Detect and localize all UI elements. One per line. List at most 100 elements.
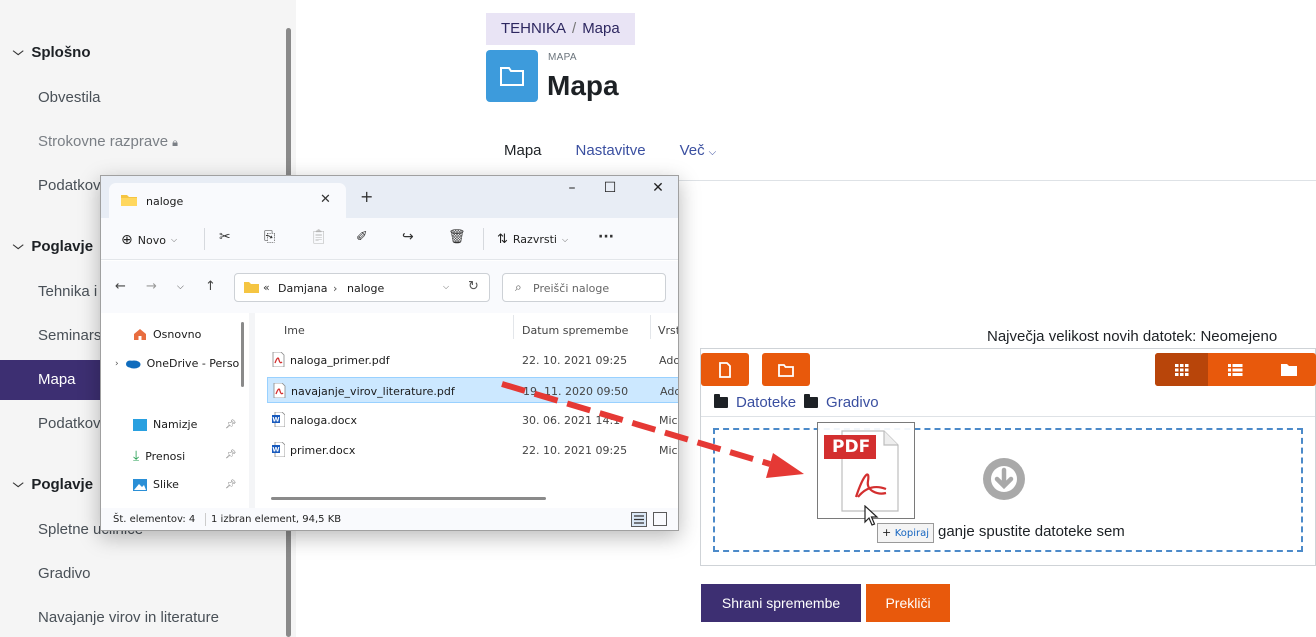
filemanager-path: Datoteke Gradivo [714, 394, 879, 411]
path-gradivo[interactable]: Gradivo [826, 394, 879, 411]
pdf-icon [273, 383, 286, 398]
sort-button[interactable]: ⇅ Razvrsti ⌵ [497, 232, 568, 247]
column-header-name[interactable]: Ime [284, 324, 305, 337]
explorer-titlebar[interactable]: naloge ✕ + – ☐ ✕ [101, 176, 678, 218]
file-outline-icon [719, 361, 731, 378]
add-file-button[interactable] [701, 353, 749, 386]
chevron-down-icon: ⌵ [561, 234, 569, 244]
nav-item-namizje[interactable]: Namizje [133, 418, 197, 431]
tab-nastavitve[interactable]: Nastavitve [576, 142, 646, 159]
search-icon: ⌕ [515, 280, 522, 294]
details-view-icon[interactable] [631, 512, 647, 527]
nav-item-osnovno[interactable]: Osnovno [133, 328, 201, 341]
rename-icon[interactable]: ✐ [356, 229, 368, 245]
pin-icon[interactable]: 📌︎ [225, 420, 236, 430]
refresh-icon[interactable]: ↻ [468, 279, 479, 294]
breadcrumb-course-link[interactable]: TEHNIKA [501, 20, 566, 37]
view-list-button[interactable] [1208, 353, 1262, 386]
drawer-item-navajanje-virov[interactable]: Navajanje virov in literature [0, 598, 286, 637]
file-name: primer.docx [290, 444, 356, 457]
path-datoteke[interactable]: Datoteke [736, 394, 796, 411]
drawer-item-gradivo[interactable]: Gradivo [0, 554, 286, 594]
create-folder-button[interactable] [762, 353, 810, 386]
copy-icon[interactable]: ⎘ [264, 229, 275, 245]
nav-item-slike[interactable]: Slike [133, 478, 179, 491]
back-icon[interactable]: ← [115, 279, 126, 294]
tab-vec[interactable]: Več ⌵ [680, 142, 717, 159]
folder-icon [244, 282, 259, 293]
save-changes-button[interactable]: Shrani spremembe [701, 584, 861, 622]
folder-outline-icon [778, 363, 794, 377]
more-options-icon[interactable]: ··· [598, 229, 614, 245]
section-poglavje-2[interactable]: ⌵ Poglavje [13, 476, 93, 493]
drawer-item-strokovne-razprave[interactable]: Strokovne razprave 🔒︎ [0, 122, 286, 162]
chevron-down-icon[interactable]: ⌵ [443, 282, 449, 292]
address-overflow-icon[interactable]: « [263, 281, 270, 294]
column-header-type[interactable]: Vrst [658, 324, 678, 337]
file-list-scrollbar[interactable] [271, 497, 546, 500]
section-splosno[interactable]: ⌵ Splošno [13, 44, 91, 61]
cut-icon[interactable]: ✂ [219, 229, 231, 245]
file-row[interactable]: W primer.docx 22. 10. 2021 09:25 Mic [267, 437, 678, 463]
chevron-down-icon[interactable]: ⌵ [13, 478, 24, 491]
chevron-down-icon[interactable]: ⌵ [13, 46, 24, 59]
folder-outline-icon [500, 67, 524, 86]
new-tab-icon[interactable]: + [360, 187, 373, 206]
status-selection: 1 izbran element, 94,5 KB [211, 514, 342, 525]
column-divider[interactable] [513, 315, 514, 339]
file-type: Ado [660, 385, 679, 398]
file-name: navajanje_virov_literature.pdf [291, 385, 455, 398]
maximize-icon[interactable]: ☐ [598, 180, 622, 196]
recent-locations-icon[interactable]: ⌵ [177, 282, 184, 292]
folder-module-icon [486, 50, 538, 102]
column-divider[interactable] [650, 315, 651, 339]
file-row-selected[interactable]: navajanje_virov_literature.pdf 19. 11. 2… [267, 377, 679, 403]
pane-divider[interactable] [249, 313, 255, 508]
new-button[interactable]: ⊕ Novo ⌵ [121, 232, 177, 248]
desktop-icon [133, 418, 147, 431]
address-bar[interactable]: « Damjana › naloge ⌵ ↻ [234, 273, 490, 302]
onedrive-icon [125, 360, 141, 369]
explorer-tab[interactable]: naloge ✕ [109, 183, 346, 218]
delete-icon[interactable]: 🗑︎ [448, 229, 466, 245]
list-icon [1228, 364, 1243, 376]
file-row[interactable]: naloga_primer.pdf 22. 10. 2021 09:25 Ado [267, 347, 678, 373]
page-title: Mapa [547, 70, 619, 101]
nav-item-onedrive[interactable]: › OneDrive - Perso [115, 357, 239, 370]
close-tab-icon[interactable]: ✕ [320, 192, 331, 207]
section-poglavje-1[interactable]: ⌵ Poglavje [13, 238, 93, 255]
folder-icon [1281, 364, 1297, 376]
home-icon [134, 329, 146, 340]
breadcrumb-separator: / [572, 20, 577, 37]
nav-item-prenosi[interactable]: ⤓ Prenosi [133, 448, 185, 464]
file-row[interactable]: W naloga.docx 30. 06. 2021 14:1 Mic [267, 407, 678, 433]
chevron-right-icon[interactable]: › [115, 359, 119, 369]
nav-pane-scrollbar[interactable] [241, 322, 244, 387]
cancel-button[interactable]: Prekliči [866, 584, 950, 622]
chevron-down-icon[interactable]: ⌵ [13, 240, 24, 253]
address-segment-naloge[interactable]: naloge [347, 282, 384, 295]
download-icon: ⤓ [133, 448, 140, 464]
module-type-label: MAPA [548, 52, 577, 63]
up-icon[interactable]: ↑ [205, 279, 216, 294]
details-lines [634, 515, 644, 524]
tab-mapa[interactable]: Mapa [504, 142, 542, 159]
paste-icon[interactable]: 📋︎ [310, 229, 328, 245]
view-icons-button[interactable] [1155, 353, 1208, 386]
drawer-item-obvestila[interactable]: Obvestila [0, 78, 286, 118]
tiles-view-icon[interactable] [653, 512, 667, 526]
close-window-icon[interactable]: ✕ [646, 180, 670, 196]
share-icon[interactable]: ↪ [402, 229, 414, 245]
copy-action-label: Kopiraj [894, 528, 930, 539]
folder-icon [714, 394, 728, 408]
address-bar-row: ← → ⌵ ↑ « Damjana › naloge ⌵ ↻ ⌕ Preišči… [101, 261, 678, 313]
minimize-icon[interactable]: – [560, 180, 584, 196]
column-header-date[interactable]: Datum spremembe [522, 324, 628, 337]
pin-icon[interactable]: 📌︎ [225, 450, 236, 460]
address-segment-damjana[interactable]: Damjana [278, 282, 327, 295]
file-explorer-window: naloge ✕ + – ☐ ✕ ⊕ Novo ⌵ ✂ ⎘ 📋︎ ✐ ↪ 🗑︎ … [100, 175, 679, 531]
pin-icon[interactable]: 📌︎ [225, 480, 236, 490]
search-box[interactable]: ⌕ Preišči naloge [502, 273, 666, 302]
forward-icon[interactable]: → [146, 279, 157, 294]
view-tree-button[interactable] [1262, 353, 1316, 386]
